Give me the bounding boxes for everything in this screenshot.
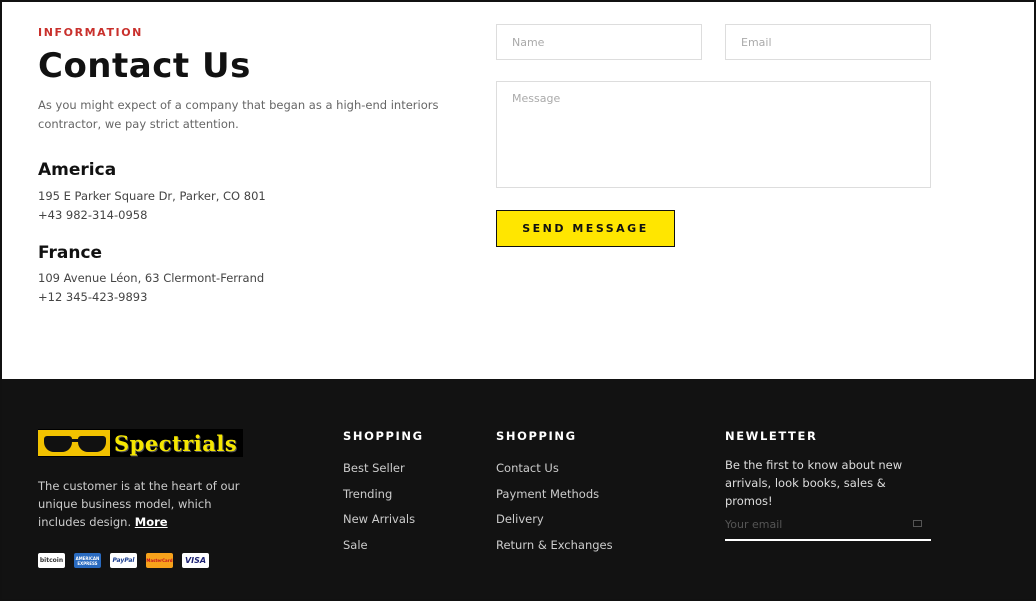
link-payment-methods[interactable]: Payment Methods [496, 487, 599, 501]
newsletter-text: Be the first to know about new arrivals,… [725, 458, 903, 508]
link-new-arrivals[interactable]: New Arrivals [343, 512, 415, 526]
visa-icon: VISA [182, 553, 209, 568]
link-delivery[interactable]: Delivery [496, 512, 544, 526]
newsletter-email-input[interactable] [725, 509, 931, 541]
paypal-icon: PayPal [110, 553, 137, 568]
contact-lead-text: As you might expect of a company that be… [38, 98, 439, 131]
mastercard-icon: MasterCard [146, 553, 173, 568]
sunglasses-icon [38, 430, 110, 456]
location-title-france: France [38, 243, 103, 263]
link-best-seller[interactable]: Best Seller [343, 461, 405, 475]
shopping-column-title-2: SHOPPING [496, 429, 577, 443]
link-trending[interactable]: Trending [343, 487, 392, 501]
location-title-america: America [38, 160, 117, 180]
location-phone-america: +43 982-314-0958 [38, 208, 148, 222]
site-footer: Spectrials The customer is at the heart … [2, 379, 1034, 599]
location-address-america: 195 E Parker Square Dr, Parker, CO 801 [38, 189, 266, 203]
shopping-column-title: SHOPPING [343, 429, 424, 443]
name-field[interactable] [496, 24, 702, 60]
brand-logo[interactable]: Spectrials [38, 429, 243, 457]
mail-icon[interactable] [913, 520, 922, 527]
message-field[interactable] [496, 81, 931, 188]
logo-text: Spectrials [114, 430, 238, 456]
contact-section: INFORMATION Contact Us As you might expe… [2, 2, 1034, 379]
link-contact-us[interactable]: Contact Us [496, 461, 559, 475]
bitcoin-icon: bitcoin [38, 553, 65, 568]
amex-icon: AMERICAN EXPRESS [74, 553, 101, 568]
link-return-exchanges[interactable]: Return & Exchanges [496, 538, 613, 552]
send-message-button[interactable]: SEND MESSAGE [496, 210, 675, 247]
page-title: Contact Us [38, 46, 251, 86]
newsletter-title: NEWLETTER [725, 429, 818, 443]
footer-about-text: The customer is at the heart of our uniq… [38, 477, 258, 531]
location-phone-france: +12 345-423-9893 [38, 290, 148, 304]
more-link[interactable]: More [135, 515, 168, 529]
section-eyebrow: INFORMATION [38, 26, 143, 39]
email-field[interactable] [725, 24, 931, 60]
link-sale[interactable]: Sale [343, 538, 368, 552]
location-address-france: 109 Avenue Léon, 63 Clermont-Ferrand [38, 271, 265, 285]
